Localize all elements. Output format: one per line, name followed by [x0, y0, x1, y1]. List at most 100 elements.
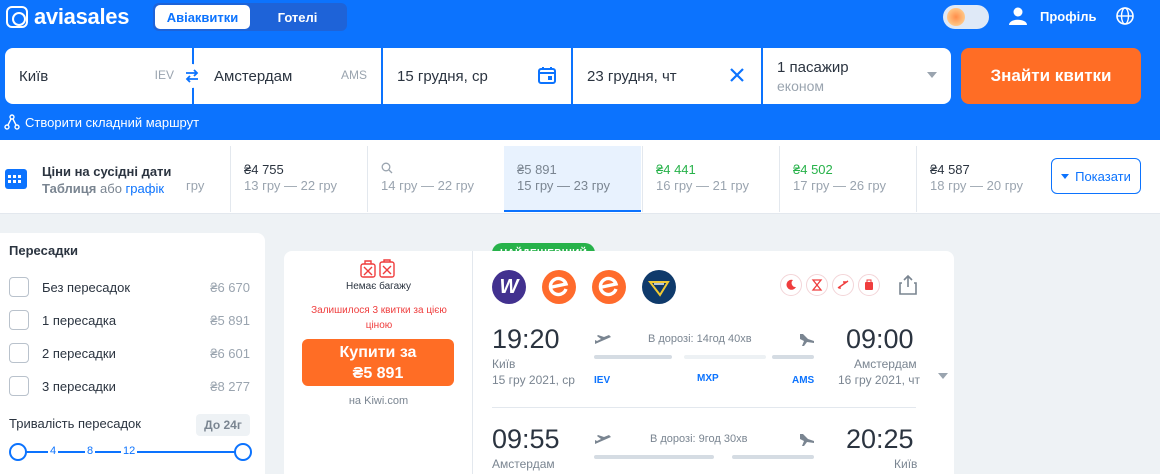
- show-label: Показати: [1075, 168, 1131, 184]
- checkbox[interactable]: [9, 310, 29, 330]
- calendar-icon[interactable]: [537, 65, 557, 85]
- destination-value: Амстердам: [214, 67, 293, 85]
- date-range: 18 гру — 20 гру: [930, 178, 1024, 193]
- destination-code: AMS: [340, 68, 367, 82]
- search-form: Київ IEV Амстердам AMS 15 грудня, ср 23 …: [5, 48, 951, 104]
- date-cell[interactable]: ₴4 587 18 гру — 20 гру: [916, 146, 1036, 212]
- find-tickets-button[interactable]: Знайти квитки: [961, 48, 1141, 104]
- logo-text: aviasales: [34, 4, 130, 29]
- plane-change-icon: [832, 274, 854, 296]
- date-cell[interactable]: 14 гру — 22 гру: [367, 146, 504, 212]
- filter-price: ₴8 277: [210, 378, 250, 394]
- complex-route-link[interactable]: Створити складний маршрут: [4, 114, 199, 130]
- takeoff-icon: [595, 335, 611, 344]
- layover-duration-label: Тривалість пересадок: [9, 416, 141, 431]
- swap-button[interactable]: [180, 64, 204, 88]
- theme-toggle[interactable]: [943, 5, 989, 29]
- ticket-card[interactable]: Немає багажу Залишилося 3 квитки за цією…: [284, 251, 954, 474]
- date-cell[interactable]: ₴4 502 17 гру — 26 гру: [779, 146, 916, 212]
- buy-button[interactable]: Купити за ₴5 891: [302, 339, 454, 386]
- route-bar-leg1: [594, 455, 714, 459]
- logo[interactable]: aviasales: [6, 4, 129, 30]
- date-cell-selected[interactable]: ₴5 891 15 гру — 23 гру: [504, 146, 641, 212]
- filter-label: Без пересадок: [42, 279, 131, 295]
- outbound-dep-date: 15 гру 2021, ср: [492, 373, 575, 387]
- buy-price: ₴5 891: [352, 365, 404, 382]
- checkbox[interactable]: [9, 343, 29, 363]
- luggage-icon: [858, 274, 880, 296]
- filter-option[interactable]: 2 пересадки ₴6 601: [9, 342, 250, 364]
- cabin-value: економ: [777, 77, 824, 94]
- date-range: гру: [186, 178, 205, 193]
- outbound-arr-city: Амстердам: [854, 357, 917, 371]
- inbound-arr-time: 20:25: [846, 424, 914, 454]
- date-cell[interactable]: ₴4 441 16 гру — 21 гру: [642, 146, 779, 212]
- person-icon: [1009, 7, 1027, 25]
- date-cell[interactable]: гру: [182, 146, 230, 212]
- slider-handle-min[interactable]: [9, 443, 27, 461]
- product-switch: Авіаквитки Готелі: [153, 3, 347, 31]
- no-baggage-icon: [360, 259, 395, 278]
- buy-label: Купити за: [339, 344, 417, 361]
- ticket-services: [780, 274, 884, 296]
- destination-field[interactable]: Амстердам AMS: [194, 48, 381, 104]
- tab-hotels[interactable]: Готелі: [250, 5, 345, 29]
- route-icon: [4, 114, 20, 130]
- nearby-dates-view-switch: Таблиця або графік: [42, 181, 164, 196]
- date-cell[interactable]: ₴4 755 13 гру — 22 гру: [230, 146, 367, 212]
- filter-option[interactable]: 3 пересадки ₴8 277: [9, 375, 250, 397]
- checkbox[interactable]: [9, 376, 29, 396]
- globe-icon[interactable]: [1116, 7, 1134, 25]
- filter-option[interactable]: Без пересадок ₴6 670: [9, 276, 250, 298]
- eurowings-icon: [592, 270, 626, 304]
- night-icon: [780, 274, 802, 296]
- table-view-link[interactable]: Таблиця: [42, 181, 96, 196]
- outbound-dep-city: Київ: [492, 357, 516, 371]
- nearby-dates: Ціни на сусідні дати Таблиця або графік …: [0, 140, 1160, 214]
- ryanair-mark: [647, 281, 670, 297]
- filter-label: 2 пересадки: [42, 345, 116, 361]
- search-icon: [381, 162, 393, 174]
- filter-option[interactable]: 1 пересадка ₴5 891: [9, 309, 250, 331]
- origin-code: IEV: [154, 68, 174, 82]
- inbound-duration: В дорозі: 9год 30хв: [650, 433, 748, 445]
- origin-field[interactable]: Київ IEV: [5, 48, 204, 104]
- return-date-value: 23 грудня, чт: [587, 67, 677, 85]
- filter-price: ₴6 670: [210, 279, 250, 295]
- outbound-dep-time: 19:20: [492, 324, 560, 354]
- return-date-field[interactable]: 23 грудня, чт: [573, 48, 761, 104]
- filters-panel: Пересадки Без пересадок ₴6 670 1 пересад…: [0, 233, 265, 474]
- header: aviasales Авіаквитки Готелі Профіль Київ…: [0, 0, 1160, 140]
- route-bar-leg2: [772, 355, 814, 359]
- takeoff-icon: [595, 435, 611, 444]
- expand-ticket-icon[interactable]: [938, 373, 948, 379]
- passengers-value: 1 пасажир: [777, 58, 849, 76]
- caret-down-icon: [1061, 173, 1070, 179]
- landing-icon: [800, 434, 814, 446]
- iata-code: MXP: [697, 373, 719, 384]
- depart-date-value: 15 грудня, ср: [397, 67, 488, 85]
- chart-view-link[interactable]: графік: [126, 181, 164, 196]
- route-bar-leg2: [732, 455, 814, 459]
- clear-icon[interactable]: [727, 65, 747, 85]
- or-text: або: [100, 181, 122, 196]
- complex-route-label: Створити складний маршрут: [25, 114, 200, 130]
- share-icon[interactable]: [898, 274, 918, 296]
- landing-icon: [800, 334, 814, 346]
- profile-button[interactable]: Профіль: [1008, 6, 1096, 26]
- logo-icon: [6, 6, 28, 28]
- slider-handle-max[interactable]: [234, 443, 252, 461]
- date-price-search: [381, 162, 504, 177]
- calendar-grid-icon: [5, 169, 27, 189]
- date-range: 16 гру — 21 гру: [656, 178, 750, 193]
- checkbox[interactable]: [9, 277, 29, 297]
- eurowings-icon: [542, 270, 576, 304]
- show-button[interactable]: Показати: [1051, 158, 1141, 194]
- passengers-field[interactable]: 1 пасажир економ: [763, 48, 951, 104]
- depart-date-field[interactable]: 15 грудня, ср: [383, 48, 571, 104]
- slider-tick: 8: [85, 445, 96, 457]
- tab-flights[interactable]: Авіаквитки: [155, 5, 250, 29]
- segment-divider: [492, 407, 916, 408]
- ryanair-icon: [642, 270, 676, 304]
- iata-code: AMS: [792, 375, 815, 386]
